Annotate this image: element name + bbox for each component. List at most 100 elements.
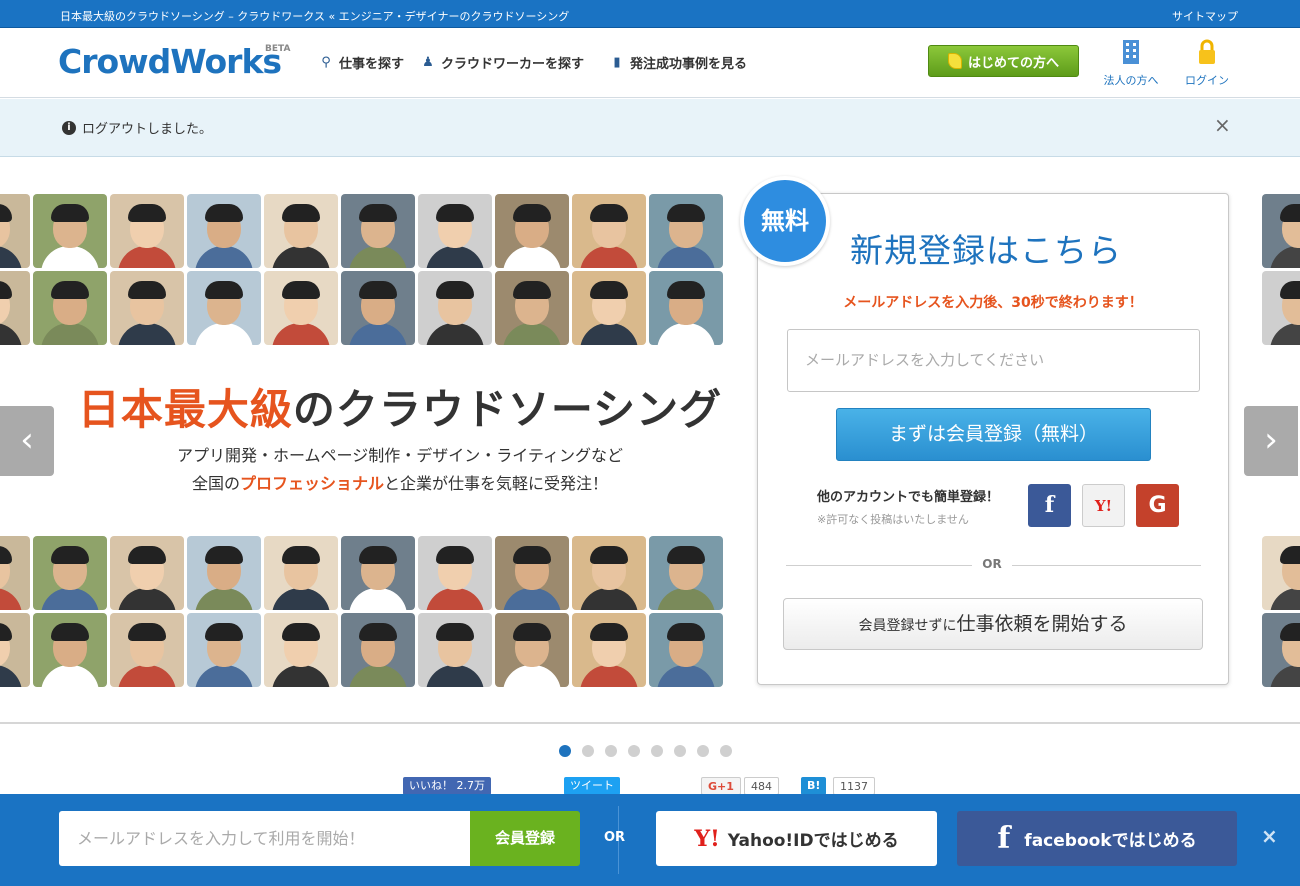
member-photo (0, 536, 30, 610)
slider-dot[interactable] (628, 745, 640, 757)
member-photo (1262, 194, 1300, 268)
member-photo (187, 613, 261, 687)
corporate-link[interactable]: 法人の方へ (1096, 38, 1166, 88)
slider-dot[interactable] (559, 745, 571, 757)
slider-next-button[interactable]: › (1244, 406, 1298, 476)
facebook-login-label: facebookではじめる (1024, 831, 1197, 851)
member-photo (264, 536, 338, 610)
or-divider-label: OR (972, 557, 1012, 571)
gplus-button[interactable]: G+1 (701, 777, 741, 795)
notice-close-button[interactable]: × (1214, 113, 1231, 137)
register-email-input[interactable]: メールアドレスを入力してください (787, 329, 1200, 392)
nav-find-workers[interactable]: ♟ クラウドワーカーを探す (420, 53, 584, 73)
search-icon: ⚲ (321, 54, 331, 70)
facebook-like-button[interactable]: いいね！ 2.7万 (403, 777, 491, 795)
facebook-icon: f (997, 821, 1011, 856)
slider-dot[interactable] (651, 745, 663, 757)
yahoo-icon: Y! (694, 825, 720, 852)
member-photo (187, 271, 261, 345)
member-photo (110, 271, 184, 345)
member-photo (264, 194, 338, 268)
member-photo (418, 536, 492, 610)
other-accounts-label: 他のアカウントでも簡単登録！ (817, 490, 1000, 505)
slider-prev-button[interactable]: ‹ (0, 406, 54, 476)
nav-find-jobs-label: 仕事を探す (339, 57, 405, 72)
member-photo (495, 194, 569, 268)
member-photo (33, 194, 107, 268)
sitemap-link[interactable]: サイトマップ (1172, 8, 1238, 24)
slider-dot[interactable] (582, 745, 594, 757)
member-photo (264, 613, 338, 687)
nav-success-cases[interactable]: ▮ 発注成功事例を見る (609, 53, 748, 73)
member-photo (495, 613, 569, 687)
info-icon: i (62, 120, 76, 135)
hatena-bookmark-button[interactable]: B! (801, 777, 827, 795)
member-photo (187, 194, 261, 268)
hero-sub-accent: プロフェッショナル (239, 474, 384, 493)
bottom-email-input[interactable]: メールアドレスを入力して利用を開始！ (59, 811, 471, 866)
nav-success-cases-label: 発注成功事例を見る (630, 57, 748, 72)
member-photo (572, 613, 646, 687)
member-photo (572, 194, 646, 268)
other-accounts-note: ※許可なく投稿はいたしません (817, 513, 969, 526)
slider-dot[interactable] (605, 745, 617, 757)
member-photo (418, 194, 492, 268)
slider-dot[interactable] (697, 745, 709, 757)
member-photo (418, 613, 492, 687)
member-photo (649, 536, 723, 610)
bottom-join-button[interactable]: 会員登録 (470, 811, 580, 866)
bottom-bar-close-button[interactable]: × (1261, 824, 1278, 848)
slider-dot[interactable] (720, 745, 732, 757)
site-header: CrowdWorks BETA ⚲ 仕事を探す ♟ クラウドワーカーを探す ▮ … (0, 28, 1300, 98)
hero-subtitle: アプリ開発・ホームページ制作・デザイン・ライティングなど 全国のプロフェッショナ… (0, 442, 800, 498)
building-icon (1123, 40, 1139, 64)
logout-notice: i ログアウトしました。 × (0, 99, 1300, 157)
bottom-signup-bar: メールアドレスを入力して利用を開始！ 会員登録 OR Y! Yahoo!IDでは… (0, 794, 1300, 886)
start-without-registering-button[interactable]: 会員登録せずに仕事依頼を開始する (783, 598, 1203, 650)
member-photo (649, 194, 723, 268)
member-photo (572, 536, 646, 610)
notice-text: ログアウトしました。 (82, 122, 213, 137)
login-link[interactable]: ログイン (1172, 38, 1242, 88)
top-bar: 日本最大級のクラウドソーシング – クラウドワークス « エンジニア・デザイナー… (0, 0, 1300, 28)
google-signup-button[interactable]: G (1136, 484, 1179, 527)
bottom-or-label: OR (604, 830, 626, 845)
beginner-leaf-icon (947, 53, 962, 69)
crowdworks-logo[interactable]: CrowdWorks (58, 42, 282, 81)
corporate-label: 法人の方へ (1103, 74, 1159, 87)
member-photo (341, 194, 415, 268)
notice-message: i ログアウトしました。 (62, 118, 212, 137)
noreg-big-label: 仕事依頼を開始する (956, 613, 1128, 635)
site-tagline: 日本最大級のクラウドソーシング – クラウドワークス « エンジニア・デザイナー… (60, 10, 570, 23)
member-photo (649, 613, 723, 687)
member-photo (0, 271, 30, 345)
member-photo (110, 194, 184, 268)
gplus-count: 484 (744, 777, 779, 795)
login-label: ログイン (1185, 74, 1229, 87)
facebook-login-button[interactable]: f facebookではじめる (957, 811, 1237, 866)
hero-title-accent: 日本最大級 (77, 385, 293, 434)
member-photo (1262, 613, 1300, 687)
register-submit-button[interactable]: まずは会員登録（無料） (836, 408, 1151, 461)
nav-find-jobs[interactable]: ⚲ 仕事を探す (318, 53, 405, 73)
member-photo (1262, 271, 1300, 345)
hero-slider: 日本最大級のクラウドソーシング アプリ開発・ホームページ制作・デザイン・ライティ… (0, 158, 1300, 724)
member-photo (418, 271, 492, 345)
first-time-button[interactable]: はじめての方へ (928, 45, 1079, 77)
lock-icon (1199, 39, 1215, 64)
member-photo (341, 536, 415, 610)
noreg-small-label: 会員登録せずに (858, 618, 957, 634)
yahoo-login-button[interactable]: Y! Yahoo!IDではじめる (656, 811, 937, 866)
yahoo-signup-button[interactable]: Y! (1082, 484, 1125, 527)
facebook-signup-button[interactable]: f (1028, 484, 1071, 527)
member-photo (33, 536, 107, 610)
member-photo (649, 271, 723, 345)
slider-pagination (559, 745, 732, 757)
hero-title-rest: のクラウドソーシング (292, 385, 723, 434)
slider-dot[interactable] (674, 745, 686, 757)
tweet-button[interactable]: ツイート (564, 777, 620, 795)
hero-title: 日本最大級のクラウドソーシング (0, 376, 800, 437)
first-time-label: はじめての方へ (967, 55, 1059, 71)
yahoo-login-label: Yahoo!IDではじめる (727, 831, 899, 851)
member-photo (0, 613, 30, 687)
